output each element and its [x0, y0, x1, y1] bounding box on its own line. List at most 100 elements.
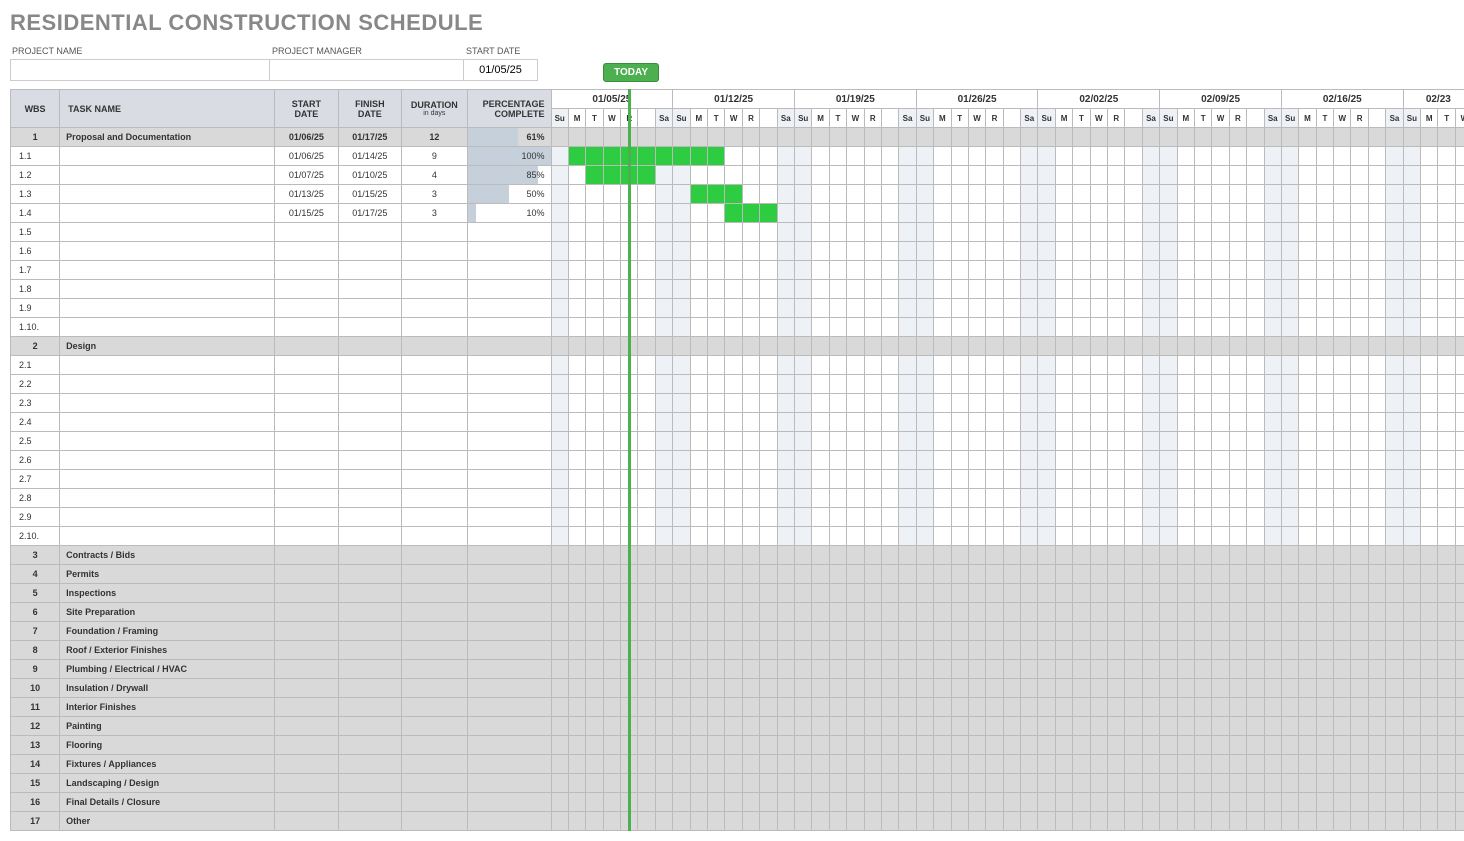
gantt-cell[interactable] [1194, 375, 1211, 394]
gantt-cell[interactable] [1264, 470, 1281, 489]
gantt-cell[interactable] [1038, 470, 1055, 489]
cell-finish[interactable] [338, 375, 401, 394]
gantt-cell[interactable] [1090, 660, 1107, 679]
gantt-cell[interactable] [829, 565, 846, 584]
gantt-cell[interactable] [1229, 698, 1246, 717]
gantt-cell[interactable] [1421, 318, 1438, 337]
cell-finish[interactable] [338, 755, 401, 774]
gantt-cell[interactable] [1212, 299, 1229, 318]
gantt-cell[interactable] [1073, 147, 1090, 166]
gantt-cell[interactable] [1160, 774, 1177, 793]
gantt-cell[interactable] [899, 413, 916, 432]
gantt-cell[interactable] [621, 489, 638, 508]
gantt-cell[interactable] [1299, 470, 1316, 489]
gantt-cell[interactable] [568, 318, 585, 337]
table-row[interactable]: 2.4 [11, 413, 1464, 432]
gantt-cell[interactable] [1386, 793, 1403, 812]
gantt-cell[interactable] [1194, 280, 1211, 299]
gantt-cell[interactable] [1021, 489, 1038, 508]
gantt-cell[interactable] [899, 679, 916, 698]
gantt-cell[interactable] [1247, 717, 1264, 736]
gantt-cell[interactable] [708, 204, 725, 223]
gantt-cell[interactable] [847, 280, 864, 299]
cell-finish[interactable] [338, 565, 401, 584]
gantt-cell[interactable] [708, 318, 725, 337]
gantt-cell[interactable] [586, 318, 603, 337]
gantt-cell[interactable] [847, 356, 864, 375]
gantt-cell[interactable] [1316, 622, 1333, 641]
gantt-cell[interactable] [708, 470, 725, 489]
cell-task[interactable] [60, 394, 275, 413]
gantt-cell[interactable] [864, 660, 881, 679]
gantt-cell[interactable] [1038, 394, 1055, 413]
gantt-cell[interactable] [1055, 717, 1072, 736]
gantt-cell[interactable] [708, 641, 725, 660]
gantt-cell[interactable] [1299, 755, 1316, 774]
gantt-cell[interactable] [1021, 812, 1038, 831]
gantt-cell[interactable] [1108, 375, 1125, 394]
gantt-cell[interactable] [1386, 812, 1403, 831]
gantt-cell[interactable] [551, 698, 568, 717]
gantt-cell[interactable] [794, 755, 811, 774]
gantt-cell[interactable] [1368, 584, 1385, 603]
cell-wbs[interactable]: 12 [11, 717, 60, 736]
gantt-cell[interactable] [586, 413, 603, 432]
cell-task[interactable] [60, 527, 275, 546]
gantt-cell[interactable] [1003, 147, 1020, 166]
gantt-cell[interactable] [794, 774, 811, 793]
cell-percent[interactable] [467, 774, 551, 793]
gantt-cell[interactable] [1368, 280, 1385, 299]
gantt-cell[interactable] [986, 318, 1003, 337]
gantt-cell[interactable] [847, 147, 864, 166]
gantt-cell[interactable] [655, 299, 672, 318]
gantt-cell[interactable] [899, 508, 916, 527]
gantt-cell[interactable] [551, 641, 568, 660]
gantt-cell[interactable] [1281, 299, 1298, 318]
gantt-cell[interactable] [1368, 622, 1385, 641]
gantt-cell[interactable] [1368, 223, 1385, 242]
cell-wbs[interactable]: 1.5 [11, 223, 60, 242]
gantt-cell[interactable] [1299, 603, 1316, 622]
gantt-cell[interactable] [1073, 204, 1090, 223]
gantt-cell[interactable] [1125, 603, 1142, 622]
gantt-cell[interactable] [1438, 128, 1455, 147]
cell-duration[interactable] [402, 546, 468, 565]
gantt-cell[interactable] [1438, 147, 1455, 166]
gantt-cell[interactable] [1334, 603, 1351, 622]
cell-finish[interactable] [338, 812, 401, 831]
gantt-cell[interactable] [638, 793, 655, 812]
gantt-cell[interactable] [673, 489, 690, 508]
gantt-cell[interactable] [934, 508, 951, 527]
gantt-cell[interactable] [1021, 527, 1038, 546]
cell-wbs[interactable]: 2 [11, 337, 60, 356]
cell-task[interactable]: Final Details / Closure [60, 793, 275, 812]
gantt-cell[interactable] [1108, 451, 1125, 470]
gantt-cell[interactable] [1334, 489, 1351, 508]
gantt-cell[interactable] [586, 128, 603, 147]
cell-percent[interactable] [467, 660, 551, 679]
gantt-cell[interactable] [777, 622, 794, 641]
gantt-cell[interactable] [1455, 432, 1464, 451]
gantt-cell[interactable] [725, 318, 742, 337]
gantt-cell[interactable] [864, 584, 881, 603]
gantt-cell[interactable] [725, 356, 742, 375]
gantt-cell[interactable] [603, 793, 620, 812]
gantt-cell[interactable] [1229, 318, 1246, 337]
gantt-cell[interactable] [1351, 793, 1368, 812]
gantt-cell[interactable] [1125, 698, 1142, 717]
gantt-cell[interactable] [1334, 337, 1351, 356]
gantt-cell[interactable] [951, 299, 968, 318]
gantt-cell[interactable] [1212, 432, 1229, 451]
gantt-cell[interactable] [1142, 280, 1159, 299]
gantt-cell[interactable] [655, 337, 672, 356]
gantt-cell[interactable] [1003, 565, 1020, 584]
gantt-cell[interactable] [603, 603, 620, 622]
gantt-cell[interactable] [742, 299, 759, 318]
gantt-cell[interactable] [690, 223, 707, 242]
gantt-cell[interactable] [1386, 432, 1403, 451]
gantt-cell[interactable] [899, 394, 916, 413]
gantt-cell[interactable] [673, 356, 690, 375]
gantt-cell[interactable] [1142, 413, 1159, 432]
gantt-cell[interactable] [1108, 166, 1125, 185]
gantt-cell[interactable] [1247, 261, 1264, 280]
